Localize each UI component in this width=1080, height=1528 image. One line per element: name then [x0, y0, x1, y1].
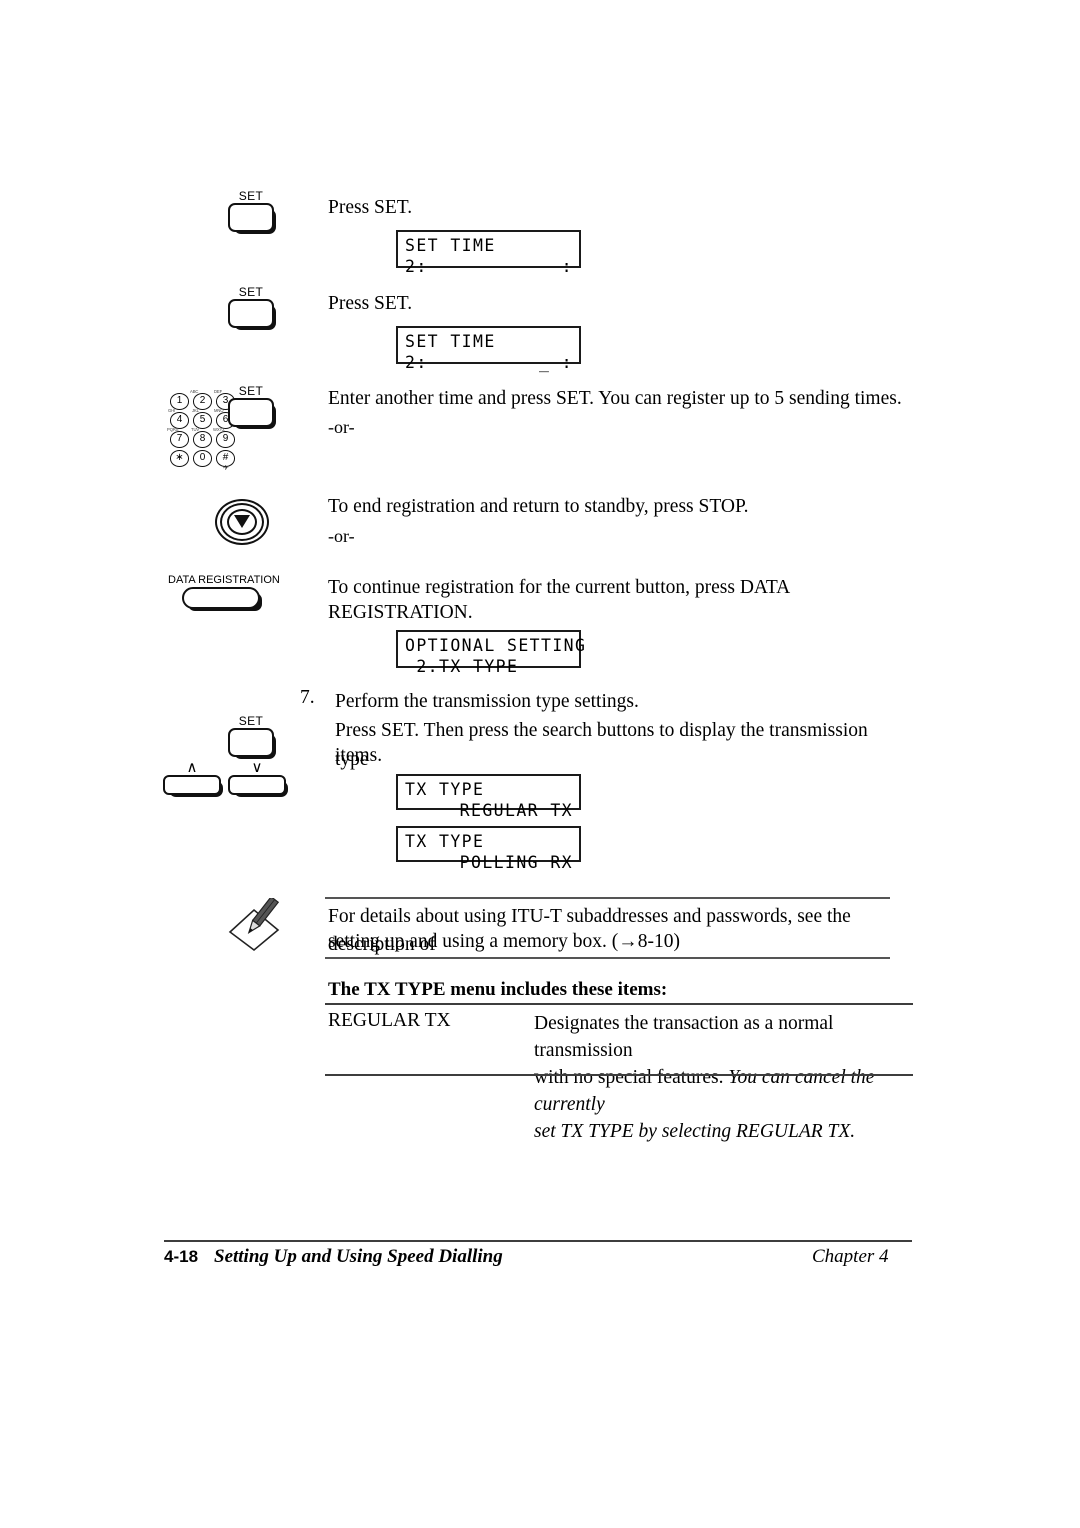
table-rule-bottom — [325, 1074, 913, 1076]
search-up-key-shape — [163, 775, 223, 797]
or-separator-2: -or- — [328, 526, 355, 546]
lcd-line-2: 2.TX TYPE — [405, 656, 519, 676]
instruction-enter-another-time: Enter another time and press SET. You ca… — [328, 388, 902, 409]
table-rule-top — [325, 1003, 913, 1005]
note-text-line2: setting up and using a memory box. (→8-1… — [328, 931, 681, 952]
table-description-regular-tx: Designates the transaction as a normal t… — [534, 1010, 914, 1145]
set-button-label: SET — [238, 189, 264, 203]
set-button-label: SET — [238, 714, 264, 728]
manual-page: SET Press SET. SET TIME 2: : SET Press S… — [0, 0, 1080, 1528]
search-down-key-shape — [228, 775, 288, 797]
lcd-line-2-right: : — [561, 256, 573, 276]
keypad-key-0[interactable]: 0 — [193, 450, 212, 467]
set-key-shape — [228, 398, 276, 429]
keypad-key-7[interactable]: 7 — [170, 431, 189, 448]
chevron-up-icon: ∧ — [186, 759, 198, 776]
desc-line-3: set TX TYPE by selecting REGULAR TX. — [534, 1121, 856, 1142]
lcd-tx-type-polling: TX TYPE POLLING RX — [396, 826, 581, 872]
lcd-line-2-left: 2: — [405, 352, 428, 372]
table-term-regular-tx: REGULAR TX — [328, 1010, 451, 1031]
search-button-down[interactable]: ∨ — [228, 759, 288, 797]
stop-triangle-icon — [234, 515, 250, 528]
lcd-line-2-left: 2: — [405, 256, 428, 276]
lcd-line-1: SET TIME — [405, 332, 496, 351]
lcd-set-time-1: SET TIME 2: : — [396, 230, 581, 276]
set-button-1[interactable]: SET — [228, 189, 276, 234]
data-registration-button[interactable]: DATA REGISTRATION — [168, 574, 280, 611]
desc-line-2-plain: with no special features. — [534, 1067, 729, 1088]
instruction-continue-registration-line2: REGISTRATION. — [328, 602, 473, 623]
set-key-shape — [228, 728, 276, 759]
step-number-7: 7. — [300, 687, 315, 708]
lcd-line-2: 2: : — [405, 257, 573, 278]
keypad-key-9[interactable]: 9 — [216, 431, 235, 448]
set-button-2[interactable]: SET — [228, 285, 276, 330]
lcd-line-2: 2: _ : — [405, 353, 573, 374]
set-button-label: SET — [238, 285, 264, 299]
set-button-label: SET — [238, 384, 264, 398]
keypad-tone-marker: ✈ — [223, 465, 229, 472]
footer-rule — [164, 1240, 912, 1243]
keypad-key-8[interactable]: 8 — [193, 431, 212, 448]
instruction-press-set-2: Press SET. — [328, 293, 413, 314]
note-rule-bottom — [325, 957, 890, 959]
lcd-line-2: POLLING RX — [459, 852, 573, 872]
set-button-3[interactable]: SET — [228, 384, 276, 429]
lcd-tx-type-regular: TX TYPE REGULAR TX — [396, 774, 581, 820]
data-registration-key-shape — [182, 587, 262, 611]
lcd-line-1: TX TYPE — [405, 780, 485, 799]
lcd-line-1: TX TYPE — [405, 832, 485, 851]
desc-line-1: Designates the transaction as a normal t… — [534, 1013, 834, 1061]
footer-chapter: Chapter 4 — [812, 1246, 889, 1267]
lcd-line-2: REGULAR TX — [459, 800, 573, 820]
menu-table-heading: The TX TYPE menu includes these items: — [328, 979, 668, 1000]
set-button-4[interactable]: SET — [228, 714, 276, 759]
lcd-optional-setting: OPTIONAL SETTING 2.TX TYPE — [396, 630, 587, 676]
search-button-up[interactable]: ∧ — [163, 759, 223, 797]
lcd-line-1: SET TIME — [405, 236, 496, 255]
desc-line-2: with no special features. You can cancel… — [534, 1064, 914, 1118]
note-rule-top — [325, 897, 890, 899]
set-key-shape — [228, 203, 276, 234]
instruction-step-7: Perform the transmission type settings. — [335, 691, 639, 712]
stop-button[interactable] — [215, 499, 271, 548]
chevron-down-icon: ∨ — [251, 759, 263, 776]
footer-page-number: 4-18 — [164, 1247, 199, 1266]
instruction-press-set-1: Press SET. — [328, 197, 413, 218]
pencil-note-icon — [228, 898, 280, 952]
footer-title: Setting Up and Using Speed Dialling — [214, 1246, 503, 1267]
lcd-set-time-2: SET TIME 2: _ : — [396, 326, 581, 372]
set-key-shape — [228, 299, 276, 330]
keypad-key-star[interactable]: ∗ — [170, 450, 189, 467]
or-separator-1: -or- — [328, 417, 355, 437]
data-registration-button-label: DATA REGISTRATION — [168, 574, 280, 586]
instruction-step-7-detail-line2: items. — [335, 745, 383, 766]
instruction-end-registration: To end registration and return to standb… — [328, 496, 749, 517]
lcd-line-2-right: _ : — [538, 352, 573, 372]
lcd-line-1: OPTIONAL SETTING — [405, 636, 587, 655]
